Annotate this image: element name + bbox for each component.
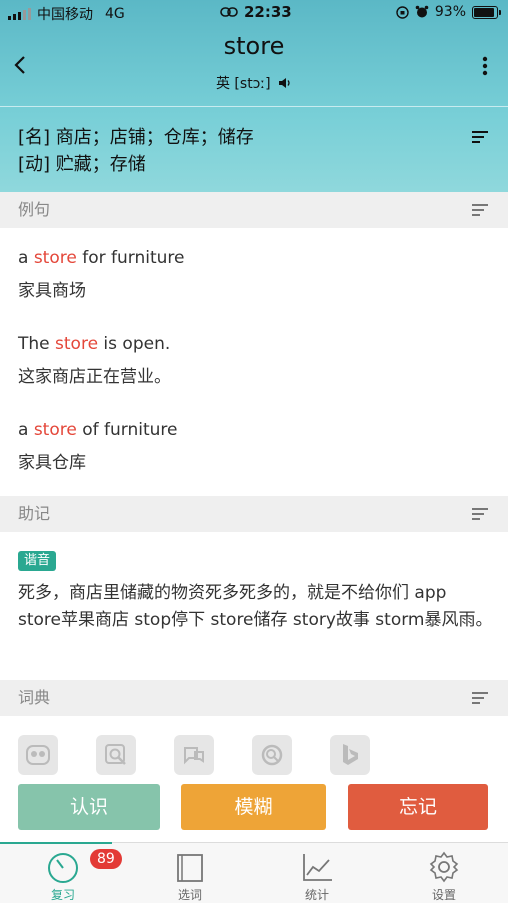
homophone-tag: 谐音	[18, 551, 57, 571]
lock-rotation-icon	[396, 5, 409, 19]
chart-icon	[303, 854, 332, 881]
example-en: a store of furniture	[18, 420, 178, 440]
battery-percent: 93%	[434, 4, 466, 20]
carrier-name: 中国移动	[37, 7, 93, 23]
alarm-icon	[415, 5, 429, 18]
vague-button[interactable]: 模糊	[181, 784, 326, 830]
example-item: a store for furniture 家具商场	[18, 247, 184, 302]
tab-stats[interactable]: 统计	[272, 843, 362, 903]
owl-dict-icon[interactable]	[18, 735, 58, 775]
magnifier-dict-icon[interactable]	[96, 735, 136, 775]
tab-settings[interactable]: 设置	[399, 843, 489, 903]
word-header: 中国移动 4G 22:33 93% store 英 [stɔː] [名] 商店；…	[0, 0, 508, 192]
tab-bar: 89 复习 选词 统计 设置	[0, 842, 508, 903]
battery-icon	[472, 5, 501, 19]
search-dict-icon[interactable]	[252, 735, 292, 775]
example-zh: 家具商场	[18, 281, 86, 301]
mnemonic-text: 死多，商店里储藏的物资死多死多的，就是不给你们 app store苹果商店 st…	[18, 583, 493, 630]
tab-select-label: 选词	[177, 888, 202, 902]
forget-button[interactable]: 忘记	[348, 784, 488, 830]
dictionary-section-header[interactable]: 词典	[0, 680, 508, 716]
definition-noun: [名] 商店；店铺；仓库；储存	[18, 127, 254, 148]
bing-dict-icon[interactable]	[330, 735, 370, 775]
network-type: 4G	[105, 6, 125, 22]
example-item: The store is open. 这家商店正在营业。	[18, 333, 171, 388]
sort-lines-icon[interactable]	[472, 508, 488, 523]
chat-dict-icon[interactable]	[174, 735, 214, 775]
tab-review-label: 复习	[50, 888, 75, 902]
speaker-icon[interactable]	[278, 77, 292, 89]
phonetic-text: 英 [stɔː]	[215, 76, 271, 92]
status-bar: 中国移动 4G 22:33 93%	[0, 0, 508, 26]
tab-select[interactable]: 选词	[145, 843, 235, 903]
tab-stats-label: 统计	[304, 888, 329, 902]
header-divider	[0, 106, 508, 107]
dictionary-icons	[18, 735, 370, 775]
tab-settings-label: 设置	[431, 888, 456, 902]
status-time: 22:33	[244, 3, 292, 21]
book-icon	[177, 854, 203, 882]
gear-icon	[429, 851, 459, 883]
sort-lines-icon[interactable]	[472, 204, 488, 219]
review-count-badge: 89	[90, 849, 122, 869]
mnemonic-title: 助记	[18, 504, 51, 523]
timer-icon	[48, 853, 78, 883]
dictionary-title: 词典	[18, 688, 51, 707]
example-en: The store is open.	[18, 334, 171, 354]
link-icon	[220, 7, 238, 17]
word-title: store	[223, 32, 285, 60]
examples-title: 例句	[18, 200, 51, 219]
example-item: a store of furniture 家具仓库	[18, 419, 177, 474]
definitions: [名] 商店；店铺；仓库；储存 [动] 贮藏；存储	[18, 124, 254, 178]
definitions-sort-icon[interactable]	[472, 131, 488, 150]
know-button[interactable]: 认识	[18, 784, 160, 830]
example-en: a store for furniture	[18, 248, 185, 268]
phonetic[interactable]: 英 [stɔː]	[0, 73, 508, 93]
example-zh: 家具仓库	[18, 453, 86, 473]
example-zh: 这家商店正在营业。	[18, 367, 171, 387]
more-menu-icon[interactable]	[482, 56, 488, 76]
examples-section-header[interactable]: 例句	[0, 192, 508, 228]
tab-review[interactable]: 89 复习	[18, 843, 122, 903]
mnemonic-section-header[interactable]: 助记	[0, 496, 508, 532]
signal-icon	[8, 8, 31, 20]
definition-verb: [动] 贮藏；存储	[18, 154, 146, 175]
sort-lines-icon[interactable]	[472, 692, 488, 707]
